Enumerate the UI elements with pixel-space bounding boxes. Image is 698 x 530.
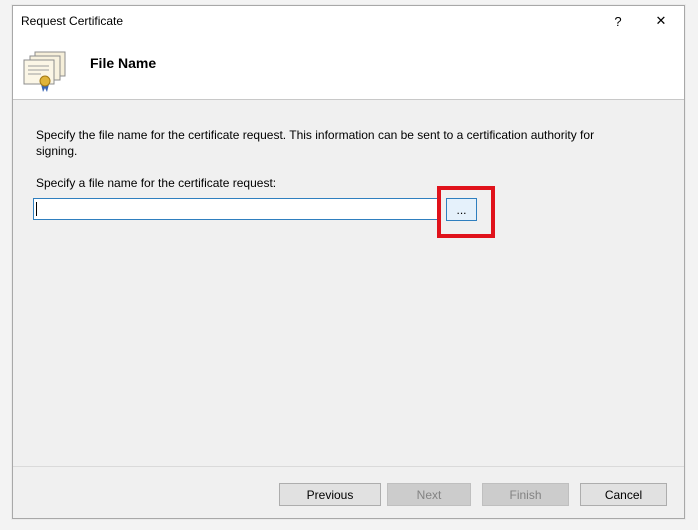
certificate-icon (23, 51, 66, 92)
highlight-annotation (437, 186, 495, 238)
file-name-label: Specify a file name for the certificate … (36, 176, 277, 190)
file-name-input[interactable] (33, 198, 438, 220)
help-button[interactable]: ? (596, 6, 640, 36)
request-certificate-dialog: Request Certificate ? ✕ File Name Specif… (12, 5, 685, 519)
title-bar: Request Certificate ? ✕ (13, 6, 684, 36)
next-button[interactable]: Next (387, 483, 471, 506)
close-icon: ✕ (655, 13, 667, 28)
wizard-header: File Name (13, 36, 684, 100)
finish-button[interactable]: Finish (482, 483, 569, 506)
help-icon: ? (614, 13, 622, 29)
text-caret (36, 202, 37, 216)
description-text: Specify the file name for the certificat… (36, 128, 595, 158)
close-button[interactable]: ✕ (639, 6, 683, 36)
previous-button[interactable]: Previous (279, 483, 381, 506)
cancel-button[interactable]: Cancel (580, 483, 667, 506)
page-title: File Name (90, 55, 157, 71)
footer-divider (13, 466, 684, 467)
window-title: Request Certificate (21, 14, 124, 28)
